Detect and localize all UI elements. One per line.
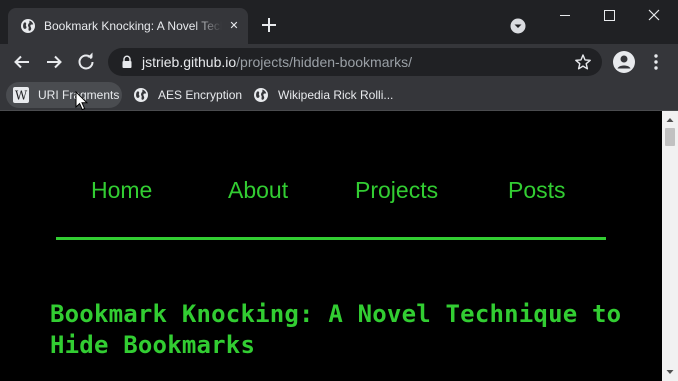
bookmark-label: URI Fragments [38,88,120,102]
nav-divider [56,237,606,240]
minimize-icon[interactable] [542,0,588,32]
reload-icon[interactable] [73,49,99,75]
forward-arrow-icon[interactable] [41,49,67,75]
new-tab-plus-icon[interactable] [258,14,280,36]
nav-link-projects[interactable]: Projects [355,177,438,203]
nav-link-about[interactable]: About [228,177,288,203]
browser-toolbar: jstrieb.github.io/projects/hidden-bookma… [0,44,678,80]
more-menu-icon[interactable] [646,50,666,74]
back-arrow-icon[interactable] [9,49,35,75]
bookmark-wikipedia-rick-rolling[interactable]: Wikipedia Rick Rolli... [246,82,396,108]
tab-title: Bookmark Knocking: A Novel Technique to … [44,19,222,33]
bookmark-star-icon[interactable] [574,53,592,71]
url-host: jstrieb.github.io [142,54,237,70]
bookmark-uri-fragments[interactable]: W URI Fragments [6,82,122,108]
page-title: Bookmark Knocking: A Novel Technique to … [50,300,622,359]
globe-icon [134,88,148,102]
globe-icon [254,88,268,102]
scrollbar-thumb[interactable] [665,128,675,146]
svg-text:W: W [15,89,28,103]
browser-window: Bookmark Knocking: A Novel Technique to … [0,0,678,381]
url-text[interactable]: jstrieb.github.io/projects/hidden-bookma… [142,48,412,76]
bookmark-label: Wikipedia Rick Rolli... [278,88,394,102]
wikipedia-icon: W [13,87,29,103]
close-window-icon[interactable] [630,0,676,32]
address-bar[interactable]: jstrieb.github.io/projects/hidden-bookma… [108,48,602,76]
scroll-down-arrow-icon[interactable] [662,365,678,379]
vertical-scrollbar[interactable] [662,111,678,381]
bookmark-label: AES Encryption [158,88,243,102]
profile-avatar-icon[interactable] [612,50,636,74]
bookmark-aes-encryption[interactable]: AES Encryption [126,82,242,108]
nav-link-home[interactable]: Home [91,177,152,203]
url-path: /projects/hidden-bookmarks/ [236,54,413,70]
bookmarks-bar: W URI Fragments AES Encryption Wikipedia… [0,80,678,111]
nav-link-posts[interactable]: Posts [508,177,566,203]
maximize-icon[interactable] [586,0,632,32]
lock-icon[interactable] [120,55,134,69]
tab-close-icon[interactable]: ✕ [226,18,242,34]
tab-strip: Bookmark Knocking: A Novel Technique to … [0,0,678,44]
active-tab[interactable]: Bookmark Knocking: A Novel Technique to … [8,8,248,44]
globe-icon [21,19,35,33]
tab-search-icon[interactable] [509,17,527,35]
page-viewport: Home About Projects Posts Bookmark Knock… [0,111,662,381]
scroll-up-arrow-icon[interactable] [662,113,678,127]
